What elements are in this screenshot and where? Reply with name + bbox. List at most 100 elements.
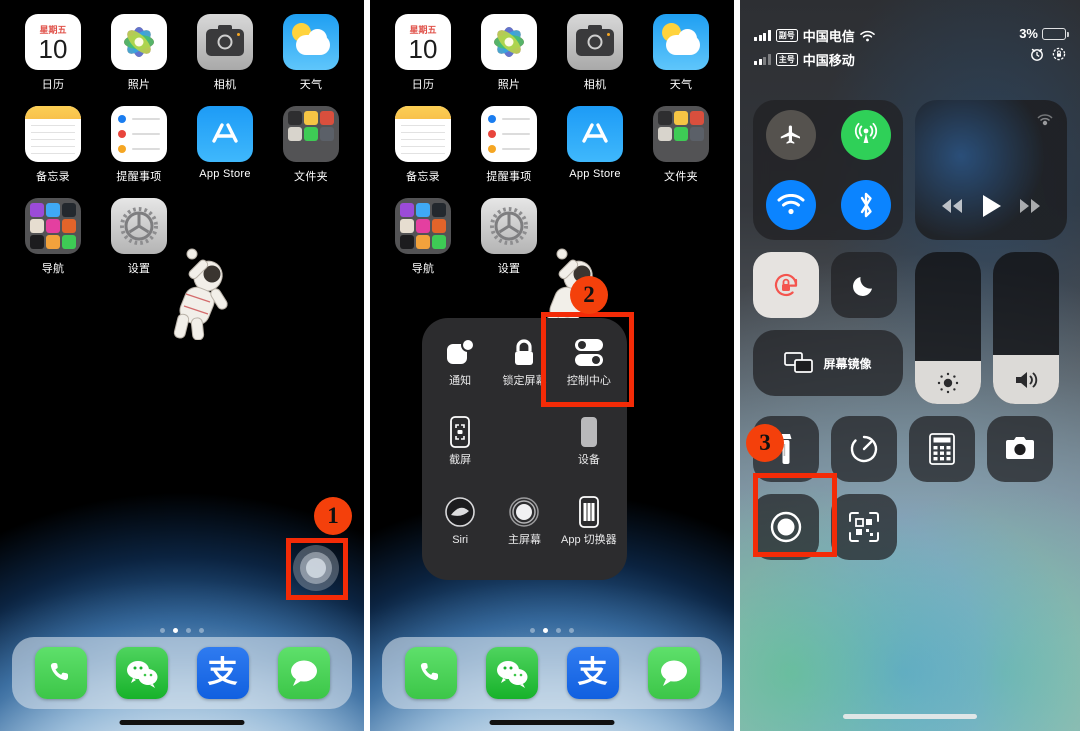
qr-code-icon [849,512,879,542]
volume-fill [993,355,1059,404]
notifications-icon [445,334,476,372]
page-dot-active[interactable] [173,628,178,633]
app-calendar[interactable]: 星期五 10 日历 [10,14,96,92]
notes-icon [395,106,451,162]
volume-slider[interactable] [993,252,1059,404]
appstore-icon [567,106,623,162]
app-notes[interactable]: 备忘录 [10,106,96,184]
app-folder[interactable]: 文件夹 [268,106,354,184]
carrier-name-primary: 中国移动 [802,53,855,68]
rotation-lock-icon [774,273,798,297]
camera-icon [1006,437,1034,459]
weather-icon [653,14,709,70]
status-line-primary-sim: 主号 中国移动 [754,50,875,69]
status-bar: 副号 中国电信 主号 中国移动 3% [754,26,1069,69]
app-label: 备忘录 [36,171,70,183]
app-appstore[interactable]: App Store [182,106,268,184]
page-dot[interactable] [160,628,165,633]
brightness-slider[interactable] [915,252,981,404]
app-navigation-folder[interactable]: 导航 [380,198,466,276]
app-switcher-icon [577,493,601,531]
app-appstore[interactable]: App Store [552,106,638,184]
page-dot[interactable] [530,628,535,633]
wifi-icon [859,30,875,41]
wechat-icon[interactable] [485,647,538,699]
menu-item-device[interactable]: 设备 [557,411,621,490]
app-camera[interactable]: 相机 [182,14,268,92]
app-camera[interactable]: 相机 [552,14,638,92]
menu-item-app-switcher[interactable]: App 切换器 [557,491,621,570]
qr-scanner-tile[interactable] [831,494,897,560]
panel-control-center: 副号 中国电信 主号 中国移动 3% 屏幕镜像 3 [740,0,1080,731]
moon-icon [853,277,872,296]
menu-item-home[interactable]: 主屏幕 [492,491,556,570]
page-dot[interactable] [199,628,204,633]
alipay-icon[interactable]: 支 [566,647,619,699]
calendar-icon: 星期五 10 [395,14,451,70]
app-reminders[interactable]: 提醒事项 [96,106,182,184]
fast-forward-icon[interactable] [1019,198,1041,214]
app-label: 天气 [299,79,323,91]
page-dot[interactable] [186,628,191,633]
wifi-toggle[interactable] [765,180,816,230]
app-reminders[interactable]: 提醒事项 [466,106,552,184]
menu-item-notifications[interactable]: 通知 [428,332,492,411]
app-weather[interactable]: 天气 [638,14,724,92]
page-dot[interactable] [569,628,574,633]
alarm-icon [1031,48,1043,61]
app-label: 日历 [41,79,65,91]
app-label: 相机 [583,79,607,91]
app-photos[interactable]: 照片 [96,14,182,92]
app-calendar[interactable]: 星期五 10 日历 [380,14,466,92]
menu-item-empty [492,411,556,490]
app-folder[interactable]: 文件夹 [638,106,724,184]
do-not-disturb-toggle[interactable] [831,252,897,318]
page-dot-active[interactable] [543,628,548,633]
airplane-mode-toggle[interactable] [765,110,816,160]
app-photos[interactable]: 照片 [466,14,552,92]
alipay-icon[interactable]: 支 [196,647,249,699]
alipay-glyph: 支 [577,655,608,690]
menu-item-siri[interactable]: Siri [428,491,492,570]
notes-icon [25,106,81,162]
cellular-data-toggle[interactable] [840,110,891,160]
calendar-day: 10 [408,34,438,64]
app-settings[interactable]: 设置 [466,198,552,276]
menu-item-label: 锁定屏幕 [502,375,547,387]
rewind-icon[interactable] [941,198,963,214]
menu-item-screenshot[interactable]: 截屏 [428,411,492,490]
app-label: App Store [569,168,621,180]
battery-percent: 3% [1019,26,1038,41]
calculator-tile[interactable] [909,416,975,482]
bluetooth-toggle[interactable] [840,180,891,230]
app-navigation-folder[interactable]: 导航 [10,198,96,276]
screen-mirroring-button[interactable]: 屏幕镜像 [753,330,903,396]
camera-icon [197,14,253,70]
airplay-icon[interactable] [1035,110,1055,130]
play-icon[interactable] [980,194,1002,218]
timer-tile[interactable] [831,416,897,482]
app-weather[interactable]: 天气 [268,14,354,92]
app-label: 设置 [127,263,151,275]
navigation-folder-icon [25,198,81,254]
wechat-icon[interactable] [115,647,168,699]
page-dot[interactable] [556,628,561,633]
home-icon [508,493,540,531]
settings-icon [481,198,537,254]
calendar-day: 10 [38,34,68,64]
dock: 支 [382,637,722,709]
app-label: 文件夹 [664,171,698,183]
screenshot-icon [449,413,471,451]
messages-icon[interactable] [647,647,700,699]
phone-icon[interactable] [404,647,457,699]
lock-screen-icon [511,334,537,372]
phone-icon[interactable] [34,647,87,699]
page-indicator [370,628,734,633]
camera-tile[interactable] [987,416,1053,482]
app-settings[interactable]: 设置 [96,198,182,276]
screen-mirroring-label: 屏幕镜像 [823,356,872,371]
calendar-icon: 星期五 10 [25,14,81,70]
app-notes[interactable]: 备忘录 [380,106,466,184]
rotation-lock-toggle[interactable] [753,252,819,318]
messages-icon[interactable] [277,647,330,699]
